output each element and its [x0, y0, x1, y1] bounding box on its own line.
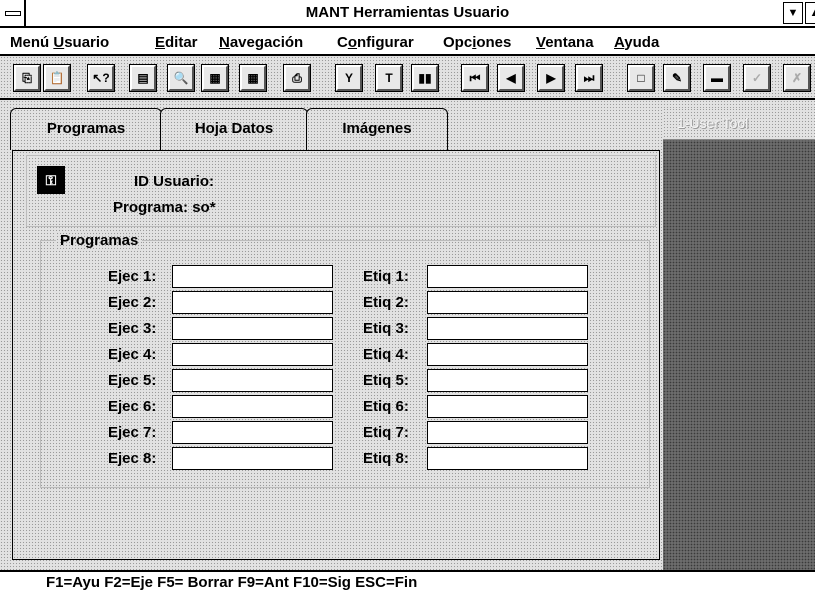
grid-icon[interactable]: ▦	[201, 64, 229, 92]
notes-icon[interactable]: ▤	[129, 64, 157, 92]
tag-field[interactable]	[427, 395, 588, 418]
exec-label: Ejec 3:	[108, 320, 157, 337]
tag-field[interactable]	[427, 291, 588, 314]
exec-label: Ejec 5:	[108, 372, 157, 389]
accept-icon[interactable]: ✓	[743, 64, 771, 92]
next-record-icon[interactable]: ▶	[537, 64, 565, 92]
user-tool-icon: ⚿	[37, 166, 65, 194]
tag-label: Etiq 3:	[363, 320, 409, 337]
exec-label: Ejec 4:	[108, 346, 157, 363]
menu-usuario[interactable]: Menú Usuario	[10, 34, 109, 51]
exec-field[interactable]	[172, 291, 333, 314]
exec-label: Ejec 7:	[108, 424, 157, 441]
user-info-box	[26, 155, 656, 227]
exec-label: Ejec 8:	[108, 450, 157, 467]
exec-field[interactable]	[172, 395, 333, 418]
tag-label: Etiq 1:	[363, 268, 409, 285]
exec-field[interactable]	[172, 421, 333, 444]
tab-programas[interactable]: Programas	[10, 108, 162, 150]
right-pane-title-text: 1-User Tool	[677, 115, 749, 131]
tag-field[interactable]	[427, 421, 588, 444]
window-title: MANT Herramientas Usuario	[305, 4, 510, 21]
menu-ventana[interactable]: Ventana	[536, 34, 594, 51]
tag-label: Etiq 5:	[363, 372, 409, 389]
exec-field[interactable]	[172, 265, 333, 288]
filter-icon[interactable]: Y	[335, 64, 363, 92]
menu-editar[interactable]: Editar	[155, 34, 198, 51]
tag-field[interactable]	[427, 317, 588, 340]
status-bar: F1=Ayu F2=Eje F5= Borrar F9=Ant F10=Sig …	[0, 570, 815, 591]
right-pane-title: 1-User Tool	[663, 108, 815, 140]
status-text: F1=Ayu F2=Eje F5= Borrar F9=Ant F10=Sig …	[46, 574, 418, 591]
chart-icon[interactable]: ▮▮	[411, 64, 439, 92]
table-icon[interactable]: ▦	[239, 64, 267, 92]
title-bar: MANT Herramientas Usuario ▼ ▲	[0, 0, 815, 28]
text-icon[interactable]: T	[375, 64, 403, 92]
help-cursor-icon[interactable]: ↖?	[87, 64, 115, 92]
tag-label: Etiq 2:	[363, 294, 409, 311]
toolbar: ⎘ 📋 ↖? ▤ 🔍 ▦ ▦ ⎙ Y T ▮▮ ⏮ ◀ ▶ ⏭ □ ✎ ▬ ✓ …	[0, 56, 815, 100]
menu-bar: Menú Usuario Editar Navegación Configura…	[0, 28, 815, 56]
menu-ayuda[interactable]: Ayuda	[614, 34, 659, 51]
exec-label: Ejec 1:	[108, 268, 157, 285]
print-icon[interactable]: ⎙	[283, 64, 311, 92]
tag-field[interactable]	[427, 343, 588, 366]
exec-field[interactable]	[172, 447, 333, 470]
last-record-icon[interactable]: ⏭	[575, 64, 603, 92]
exec-field[interactable]	[172, 343, 333, 366]
cancel-icon[interactable]: ✗	[783, 64, 811, 92]
delete-icon[interactable]: ▬	[703, 64, 731, 92]
menu-opciones[interactable]: Opciones	[443, 34, 511, 51]
menu-configurar[interactable]: Configurar	[337, 34, 414, 51]
right-pane	[663, 108, 815, 570]
new-record-icon[interactable]: □	[627, 64, 655, 92]
exec-field[interactable]	[172, 369, 333, 392]
tag-label: Etiq 8:	[363, 450, 409, 467]
tab-hoja-datos[interactable]: Hoja Datos	[160, 108, 308, 150]
tag-field[interactable]	[427, 265, 588, 288]
programs-group-title: Programas	[56, 232, 143, 249]
exec-label: Ejec 6:	[108, 398, 157, 415]
tag-label: Etiq 6:	[363, 398, 409, 415]
program-label: Programa: so*	[113, 199, 216, 216]
minimize-button[interactable]: ▼	[783, 2, 803, 24]
paste-icon[interactable]: 📋	[43, 64, 71, 92]
edit-icon[interactable]: ✎	[663, 64, 691, 92]
tag-label: Etiq 7:	[363, 424, 409, 441]
zoom-icon[interactable]: 🔍	[167, 64, 195, 92]
tag-field[interactable]	[427, 369, 588, 392]
first-record-icon[interactable]: ⏮	[461, 64, 489, 92]
exec-label: Ejec 2:	[108, 294, 157, 311]
user-id-label: ID Usuario:	[134, 173, 215, 190]
tag-label: Etiq 4:	[363, 346, 409, 363]
maximize-button[interactable]: ▲	[805, 2, 815, 24]
previous-record-icon[interactable]: ◀	[497, 64, 525, 92]
copy-icon[interactable]: ⎘	[13, 64, 41, 92]
tab-imagenes[interactable]: Imágenes	[306, 108, 448, 150]
exec-field[interactable]	[172, 317, 333, 340]
tag-field[interactable]	[427, 447, 588, 470]
menu-navegacion[interactable]: Navegación	[219, 34, 303, 51]
